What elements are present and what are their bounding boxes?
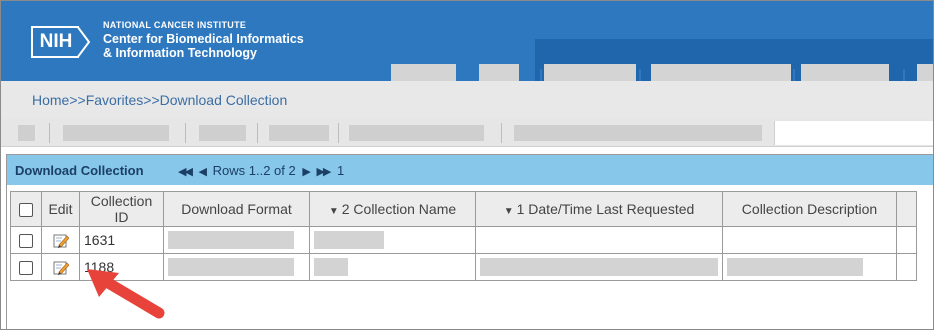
page-number[interactable]: 1 (337, 163, 344, 178)
toolbar-button-5[interactable] (349, 125, 484, 141)
table-header-row: Edit Collection ID Download Format ▼ 2 Co… (10, 191, 917, 227)
toolbar-button-6[interactable] (514, 125, 762, 141)
sort-desc-icon: ▼ (328, 206, 339, 217)
row-checkbox[interactable] (19, 261, 33, 276)
nav-tab-separator (540, 69, 542, 81)
row-checkbox[interactable] (19, 234, 33, 249)
edit-icon[interactable] (53, 233, 69, 249)
column-header-edit: Edit (41, 191, 80, 227)
logo-chevron-icon (77, 26, 91, 58)
toolbar-separator (501, 123, 502, 143)
collection-description-cell (722, 226, 897, 254)
breadcrumb[interactable]: Home>>Favorites>>Download Collection (32, 92, 287, 108)
last-page-icon[interactable]: ▶▶ (316, 166, 331, 178)
edit-cell (41, 253, 80, 281)
more-cell (896, 253, 917, 281)
row-select-cell (10, 253, 42, 281)
panel-title: Download Collection (15, 163, 144, 178)
nav-tab-5[interactable] (801, 64, 889, 81)
collection-name-label: 2 Collection Name (341, 201, 457, 217)
collection-description-cell (722, 253, 897, 281)
prev-page-icon[interactable]: ◀ (199, 166, 208, 178)
column-header-collection-description[interactable]: Collection Description (722, 191, 897, 227)
column-header-download-format[interactable]: Download Format (163, 191, 310, 227)
toolbar-button-4[interactable] (269, 125, 329, 141)
date-last-requested-label: 1 Date/Time Last Requested (516, 201, 695, 217)
table-row: 1631 (10, 226, 917, 254)
app-frame: NIH NATIONAL CANCER INSTITUTE Center for… (0, 0, 934, 330)
nav-tab-3[interactable] (544, 64, 636, 81)
date-last-requested-cell (475, 253, 723, 281)
toolbar-separator (185, 123, 186, 143)
nav-tab-separator (639, 69, 641, 81)
row-select-cell (10, 226, 42, 254)
collection-name-cell (309, 253, 476, 281)
redacted-text (480, 258, 718, 277)
toolbar-separator (49, 123, 50, 143)
download-format-cell (163, 226, 310, 254)
edit-icon[interactable] (53, 260, 69, 276)
select-all-checkbox[interactable] (19, 203, 33, 218)
collection-id-cell: 1631 (79, 226, 164, 254)
column-header-collection-id-line2: ID (114, 209, 129, 225)
redacted-text (314, 258, 348, 277)
nav-tabs (1, 64, 933, 81)
org-name: NATIONAL CANCER INSTITUTE Center for Bio… (103, 18, 304, 60)
nav-tab-6[interactable] (917, 64, 933, 81)
toolbar (1, 119, 933, 147)
toolbar-separator (257, 123, 258, 143)
toolbar-button-1[interactable] (18, 125, 35, 141)
first-page-icon[interactable]: ◀◀ (178, 166, 193, 178)
sort-desc-icon: ▼ (503, 206, 514, 217)
column-header-collection-id-line1: Collection (90, 193, 153, 209)
more-cell (896, 226, 917, 254)
toolbar-button-3[interactable] (199, 125, 246, 141)
nav-tab-separator (793, 69, 795, 81)
org-line-2: Center for Biomedical Informatics (103, 32, 304, 46)
toolbar-search-area[interactable] (774, 121, 933, 145)
column-header-more[interactable] (896, 191, 917, 227)
next-page-icon[interactable]: ▶ (302, 166, 311, 178)
toolbar-separator (338, 123, 339, 143)
redacted-text (168, 231, 294, 250)
nav-tab-2[interactable] (479, 64, 519, 81)
org-line-1: NATIONAL CANCER INSTITUTE (103, 20, 247, 30)
date-last-requested-cell (475, 226, 723, 254)
redacted-text (168, 258, 294, 277)
select-all-header (10, 191, 42, 227)
pointer-arrow-annotation (87, 269, 165, 319)
header-banner: NIH NATIONAL CANCER INSTITUTE Center for… (1, 1, 933, 81)
collection-name-cell (309, 226, 476, 254)
pager-rows-text: Rows 1..2 of 2 (212, 163, 296, 178)
redacted-text (314, 231, 384, 250)
nih-logo[interactable]: NIH (31, 26, 91, 58)
nih-logo-text: NIH (31, 26, 79, 58)
column-header-date-last-requested[interactable]: ▼ 1 Date/Time Last Requested (475, 191, 723, 227)
org-line-3: & Information Technology (103, 46, 257, 60)
nav-tab-1[interactable] (391, 64, 456, 81)
panel-header: Download Collection ◀◀ ◀ Rows 1..2 of 2 … (7, 155, 933, 185)
column-header-collection-name[interactable]: ▼ 2 Collection Name (309, 191, 476, 227)
toolbar-button-2[interactable] (63, 125, 169, 141)
column-header-collection-id[interactable]: Collection ID (79, 191, 164, 227)
download-format-cell (163, 253, 310, 281)
nav-tab-4[interactable] (651, 64, 791, 81)
pager: ◀◀ ◀ Rows 1..2 of 2 ▶ ▶▶ 1 (178, 163, 344, 178)
breadcrumb-bar: Home>>Favorites>>Download Collection (1, 81, 933, 119)
edit-cell (41, 226, 80, 254)
redacted-text (727, 258, 863, 277)
nav-tab-separator (903, 69, 905, 81)
